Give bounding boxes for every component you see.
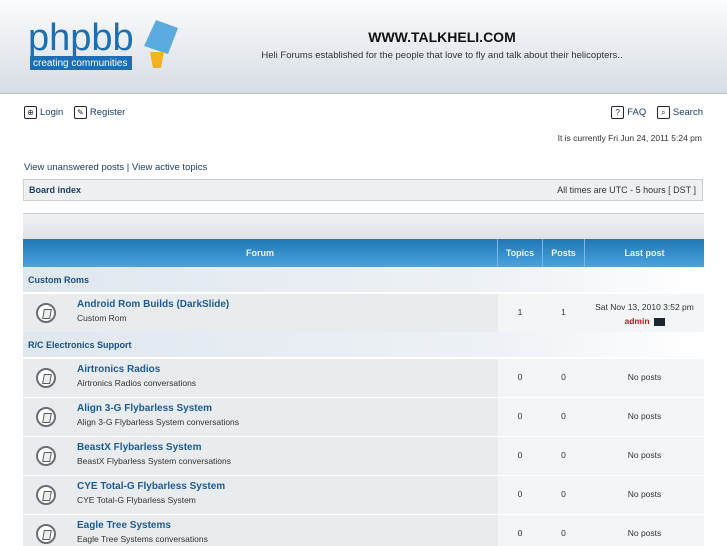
category-row: Custom Roms <box>23 267 704 292</box>
last-post-user-link[interactable]: admin <box>624 316 649 326</box>
login-link[interactable]: ⊕ Login <box>24 106 63 119</box>
search-link[interactable]: ⌕ Search <box>656 106 703 119</box>
forum-row: Align 3-G Flybarless System Align 3-G Fl… <box>23 397 704 436</box>
topics-count: 0 <box>517 489 523 499</box>
forum-description: CYE Total-G Flybarless System <box>77 495 196 505</box>
forum-read-icon <box>36 368 56 388</box>
forum-row: Android Rom Builds (DarkSlide) Custom Ro… <box>23 293 704 332</box>
forum-name-link[interactable]: Android Rom Builds (DarkSlide) <box>77 299 229 310</box>
forum-description: Airtronics Radios conversations <box>77 378 197 388</box>
forum-name-link[interactable]: Align 3-G Flybarless System <box>77 403 212 414</box>
link-separator: | <box>124 162 132 173</box>
posts-column-header: Posts <box>551 248 576 258</box>
forum-row: CYE Total-G Flybarless System CYE Total-… <box>23 475 704 514</box>
forum-row: Eagle Tree Systems Eagle Tree Systems co… <box>23 514 704 546</box>
last-post-date: Sat Nov 13, 2010 3:52 pm <box>595 302 694 312</box>
posts-count: 0 <box>561 372 566 382</box>
search-label: Search <box>672 107 703 118</box>
forum-read-icon <box>36 446 56 466</box>
forum-read-icon <box>36 485 56 505</box>
last-post-text: No posts <box>627 489 662 499</box>
forum-name-link[interactable]: Eagle Tree Systems <box>77 520 171 531</box>
posts-count: 1 <box>561 307 566 317</box>
active-topics-link[interactable]: View active topics <box>132 162 207 173</box>
timezone-text: All times are UTC - 5 hours [ DST ] <box>557 185 696 195</box>
forum-read-icon <box>36 407 56 427</box>
category-row: R/C Electronics Support <box>23 332 704 357</box>
last-post-text: No posts <box>627 372 662 382</box>
search-icon: ⌕ <box>656 106 670 119</box>
top-nav-left: ⊕ Login ✎ Register <box>24 106 133 119</box>
current-time: It is currently Fri Jun 24, 2011 5:24 pm <box>557 133 702 143</box>
board-bar: Board index All times are UTC - 5 hours … <box>23 179 703 201</box>
forum-name-link[interactable]: Airtronics Radios <box>77 364 160 375</box>
forum-description: BeastX Flybarless System conversations <box>77 456 232 466</box>
forum-icon-cell <box>23 294 69 332</box>
svg-text:creating communities: creating communities <box>33 58 127 69</box>
forum-read-icon <box>36 303 56 323</box>
phpbb-logo[interactable]: phpbb creating communities <box>28 12 188 74</box>
forum-description: Eagle Tree Systems conversations <box>77 534 208 544</box>
posts-count: 0 <box>561 489 566 499</box>
forum-name-link[interactable]: BeastX Flybarless System <box>77 442 202 453</box>
quick-links: View unanswered posts | View active topi… <box>24 162 207 173</box>
view-latest-post-icon[interactable] <box>653 317 665 326</box>
register-link[interactable]: ✎ Register <box>73 106 126 119</box>
topics-count: 0 <box>517 528 523 538</box>
faq-label: FAQ <box>627 107 647 118</box>
last-post-text: No posts <box>627 528 662 538</box>
forum-row: BeastX Flybarless System BeastX Flybarle… <box>23 436 704 475</box>
forum-icon-cell <box>23 398 69 436</box>
svg-text:phpbb: phpbb <box>28 17 134 59</box>
forum-description: Custom Rom <box>77 313 127 323</box>
login-label: Login <box>40 107 64 118</box>
forum-icon-cell <box>23 476 69 514</box>
forum-table-header: Forum Topics Posts Last post <box>23 239 704 267</box>
last-post-text: No posts <box>627 411 662 421</box>
forum-icon-cell <box>23 437 69 475</box>
forum-row: Airtronics Radios Airtronics Radios conv… <box>23 358 704 397</box>
board-index-link[interactable]: Board index <box>29 185 81 195</box>
site-header: phpbb creating communities WWW.TALKHELI.… <box>0 0 727 94</box>
register-icon: ✎ <box>73 106 87 119</box>
top-nav-right: ? FAQ ⌕ Search <box>611 106 703 119</box>
last-post-text: No posts <box>627 450 662 460</box>
site-description: Heli Forums established for the people t… <box>261 50 623 61</box>
last-post-column-header: Last post <box>624 248 665 258</box>
site-title: WWW.TALKHELI.COM <box>368 29 516 45</box>
forum-read-icon <box>36 524 56 544</box>
register-label: Register <box>89 107 126 118</box>
forum-description: Align 3-G Flybarless System conversation… <box>77 417 240 427</box>
forum-column-header: Forum <box>246 248 274 258</box>
topics-count: 1 <box>517 307 523 317</box>
faq-icon: ? <box>611 106 625 119</box>
login-icon: ⊕ <box>24 106 37 119</box>
topics-column-header: Topics <box>505 248 535 258</box>
posts-count: 0 <box>561 450 566 460</box>
category-title[interactable]: R/C Electronics Support <box>28 340 132 350</box>
forum-table-top <box>23 213 704 239</box>
last-post-cell: Sat Nov 13, 2010 3:52 pm admin <box>585 300 704 328</box>
category-title[interactable]: Custom Roms <box>28 275 89 285</box>
topics-count: 0 <box>517 450 523 460</box>
unanswered-posts-link[interactable]: View unanswered posts <box>24 162 124 173</box>
faq-link[interactable]: ? FAQ <box>611 106 646 119</box>
topics-count: 0 <box>517 372 523 382</box>
forum-name-link[interactable]: CYE Total-G Flybarless System <box>77 481 225 492</box>
forum-icon-cell <box>23 515 69 546</box>
forum-icon-cell <box>23 359 69 397</box>
posts-count: 0 <box>561 528 566 538</box>
topics-count: 0 <box>517 411 523 421</box>
posts-count: 0 <box>561 411 566 421</box>
